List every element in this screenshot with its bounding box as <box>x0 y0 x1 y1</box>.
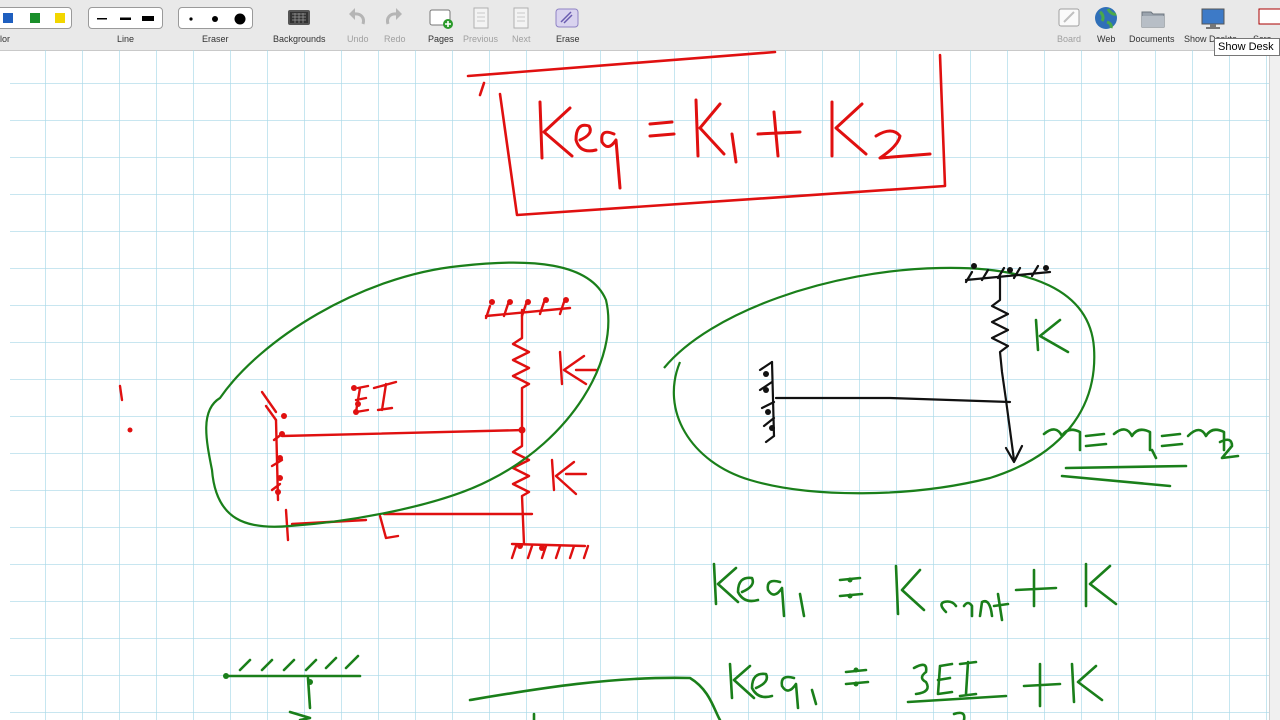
add-page-icon[interactable] <box>427 4 455 32</box>
toolbar: lor Line Eraser Backgrounds Undo Redo Pa… <box>0 0 1280 51</box>
undo-label: Undo <box>347 34 369 44</box>
redo-label: Redo <box>384 34 406 44</box>
eraser-label: Eraser <box>202 34 229 44</box>
color-picker[interactable] <box>0 7 72 29</box>
web-globe-icon[interactable] <box>1092 4 1120 32</box>
board-label: Board <box>1057 34 1082 44</box>
next-page-icon[interactable] <box>507 4 535 32</box>
erase-label: Erase <box>556 34 580 44</box>
eraser-size-icon <box>189 13 246 25</box>
green-swatch[interactable] <box>30 13 40 23</box>
screen-tool-icon[interactable] <box>1256 4 1280 32</box>
web-label: Web <box>1097 34 1116 44</box>
yellow-swatch[interactable] <box>55 13 65 23</box>
previous-page-icon[interactable] <box>467 4 495 32</box>
documents-folder-icon[interactable] <box>1139 4 1167 32</box>
eraser-size-picker[interactable] <box>178 7 253 29</box>
line-width-icon <box>97 16 154 21</box>
next-label: Next <box>512 34 531 44</box>
documents-label: Documents <box>1129 34 1175 44</box>
grid-background <box>10 50 1269 720</box>
backgrounds-label: Backgrounds <box>273 34 326 44</box>
previous-label: Previous <box>463 34 499 44</box>
line-label: Line <box>117 34 135 44</box>
undo-icon[interactable] <box>343 4 371 32</box>
color-label: lor <box>0 34 11 44</box>
board-icon[interactable] <box>1055 4 1083 32</box>
line-width-picker[interactable] <box>88 7 163 29</box>
erase-icon[interactable] <box>553 4 581 32</box>
whiteboard-canvas[interactable] <box>10 50 1269 720</box>
pages-label: Pages <box>428 34 454 44</box>
show-desktop-icon[interactable] <box>1199 4 1227 32</box>
right-scroll-edge <box>1269 50 1280 720</box>
show-desktop-tooltip: Show Desk <box>1214 38 1280 56</box>
backgrounds-icon[interactable] <box>285 4 313 32</box>
redo-icon[interactable] <box>380 4 408 32</box>
blue-swatch[interactable] <box>3 13 13 23</box>
